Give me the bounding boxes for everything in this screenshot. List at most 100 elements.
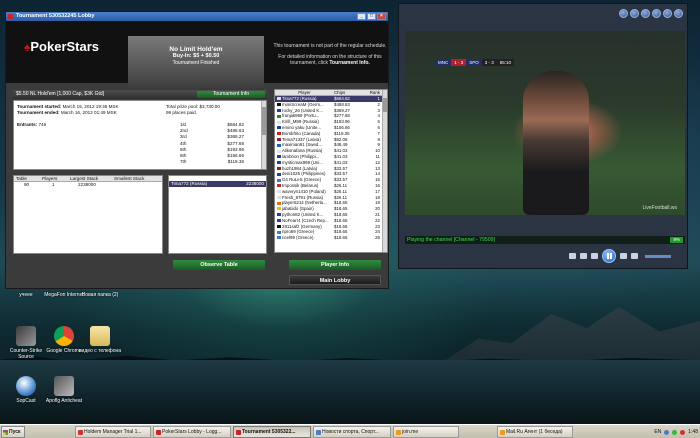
country-flag-icon <box>277 166 281 170</box>
settings-icon[interactable] <box>619 9 628 18</box>
table-row[interactable]: 90 1 2238000 <box>14 182 162 188</box>
country-flag-icon <box>277 219 281 223</box>
player-row[interactable]: ricel99 (Greece) $18.65 25 <box>275 235 387 241</box>
anticheat-icon <box>54 376 74 396</box>
col-players[interactable]: Players <box>40 176 68 181</box>
country-flag-icon <box>277 190 281 194</box>
desktop-icon-apoflg-anticheat[interactable]: Apoflg Anticheat <box>42 376 86 404</box>
country-flag-icon <box>277 236 281 240</box>
taskbar-item-holdem-manager[interactable]: Holdem Manager Trial 1... <box>75 426 151 438</box>
player-list-scrollbar[interactable] <box>382 90 387 252</box>
schedule-note: This tournament is not part of the regul… <box>273 43 387 49</box>
start-button[interactable]: Пуск <box>1 426 25 438</box>
channel-watermark: LiveFootball.ws <box>642 205 677 211</box>
player-info-button[interactable]: Player Info <box>289 260 381 270</box>
maximize-icon[interactable] <box>663 9 672 18</box>
details-scrollbar[interactable] <box>261 101 266 169</box>
country-flag-icon <box>277 184 281 188</box>
country-flag-icon <box>277 137 281 141</box>
holdem-manager-icon <box>78 430 83 435</box>
tournament-info-button[interactable]: Tournament Info <box>197 91 265 98</box>
clock[interactable]: 1:48 <box>688 427 698 437</box>
country-flag-icon <box>277 114 281 118</box>
observe-table-button[interactable]: Observe Table <box>173 260 265 270</box>
tray-icon[interactable] <box>680 429 686 435</box>
country-flag-icon <box>277 149 281 153</box>
tournament-info-link[interactable]: Tournament Info. <box>329 60 369 66</box>
tournament-status: Tournament Finished <box>172 60 220 66</box>
col-chips[interactable]: Chips <box>332 90 364 95</box>
score-away: SPO <box>466 59 482 66</box>
taskbar-item-mailru-agent[interactable]: Mail.Ru Агент (1 беседа) <box>497 426 573 438</box>
buy-in: Buy-In: $5 + $0.50 <box>172 53 220 59</box>
pokerstars-icon <box>156 430 161 435</box>
mailru-icon <box>500 430 505 435</box>
prize-row: 7th $119.36 <box>180 159 244 165</box>
record-icon[interactable] <box>569 253 576 259</box>
joinme-icon <box>396 430 401 435</box>
ended-label: Tournament ended: <box>17 110 60 115</box>
taskbar-item-sports-news[interactable]: Новости спорта, Спорт... <box>313 426 391 438</box>
next-icon[interactable] <box>620 253 627 259</box>
tray-icon[interactable] <box>664 429 670 435</box>
country-flag-icon <box>277 213 281 217</box>
col-table[interactable]: Table <box>14 176 40 181</box>
main-lobby-button[interactable]: Main Lobby <box>289 275 381 285</box>
playback-controls <box>569 249 671 263</box>
desktop-icon-label: Apoflg Anticheat <box>45 398 83 404</box>
player-status-bar: Playing the channel [Channel - 79509] 9% <box>405 236 685 244</box>
tray-icon[interactable] <box>672 429 678 435</box>
col-rank[interactable]: Rank <box>364 90 382 95</box>
start-label: Пуск <box>9 429 21 435</box>
score-home: MNC <box>435 59 452 66</box>
col-player[interactable]: Player <box>275 90 332 95</box>
maximize-button[interactable]: □ <box>367 13 376 20</box>
stop-icon[interactable] <box>591 253 598 259</box>
country-flag-icon <box>277 103 281 107</box>
score-overlay: MNC 1 - 3 SPO 3 - 3 85:10 <box>435 59 515 66</box>
player-top-controls <box>619 9 683 18</box>
col-smallest-stack[interactable]: Smallest Stack <box>112 176 158 181</box>
sopcast-icon <box>16 376 36 396</box>
close-icon[interactable] <box>674 9 683 18</box>
taskbar-item-joinme[interactable]: join.me <box>393 426 459 438</box>
tournament-name-bar: $5.50 NL Hold'em [1,000 Cap, $3K Gtd] To… <box>13 90 267 99</box>
country-flag-icon <box>277 97 281 101</box>
schedule-info: This tournament is not part of the regul… <box>272 43 388 71</box>
country-flag-icon <box>277 224 281 228</box>
col-largest-stack[interactable]: Largest Stack <box>68 176 112 181</box>
desktop-icon-label: видео с телефона <box>78 348 122 354</box>
minimize-icon[interactable] <box>641 9 650 18</box>
language-indicator[interactable]: EN <box>654 427 661 437</box>
channel-icon[interactable] <box>630 9 639 18</box>
tables-list: Table Players Largest Stack Smallest Sta… <box>13 175 163 254</box>
restore-icon[interactable] <box>652 9 661 18</box>
taskbar-item-tournament-lobby[interactable]: Tournament 5305322... <box>233 426 311 438</box>
country-flag-icon <box>277 132 281 136</box>
taskbar-item-pokerstars-lobby[interactable]: PokerStars Lobby - Logg... <box>153 426 231 438</box>
taskbar: Пуск Holdem Manager Trial 1... PokerStar… <box>0 424 700 438</box>
player-status-text: Playing the channel [Channel - 79509] <box>407 237 495 243</box>
table-player-row[interactable]: Tima772 (Russia) 2238000 <box>169 181 266 187</box>
desktop-icon-phone-videos[interactable]: видео с телефона <box>78 326 122 354</box>
entrants-label: Entrants: <box>17 122 38 127</box>
player-list: Player Chips Rank Tima772 (Russia) $684.8… <box>274 89 388 253</box>
window-titlebar[interactable]: Tournament 530532245 Lobby _ □ × <box>6 12 388 21</box>
folder-icon <box>90 326 110 346</box>
pause-button[interactable] <box>602 249 616 263</box>
volume-icon[interactable] <box>631 253 638 259</box>
counter-strike-icon <box>16 326 36 346</box>
snapshot-icon[interactable] <box>580 253 587 259</box>
brand-name: PokerStars <box>30 39 100 54</box>
windows-icon <box>3 430 8 435</box>
video-screen[interactable]: MNC 1 - 3 SPO 3 - 3 85:10 LiveFootball.w… <box>405 31 685 215</box>
minimize-button[interactable]: _ <box>357 13 366 20</box>
close-button[interactable]: × <box>377 13 386 20</box>
game-summary-box: No Limit Hold'em Buy-In: $5 + $0.50 Tour… <box>128 36 264 88</box>
game-title: No Limit Hold'em <box>169 46 223 53</box>
country-flag-icon <box>277 108 281 112</box>
score-aggregate: 3 - 3 <box>481 59 497 66</box>
volume-slider[interactable] <box>645 254 671 258</box>
country-flag-icon <box>277 207 281 211</box>
desktop-icon-new-folder[interactable]: Новая папка (2) <box>78 292 122 298</box>
